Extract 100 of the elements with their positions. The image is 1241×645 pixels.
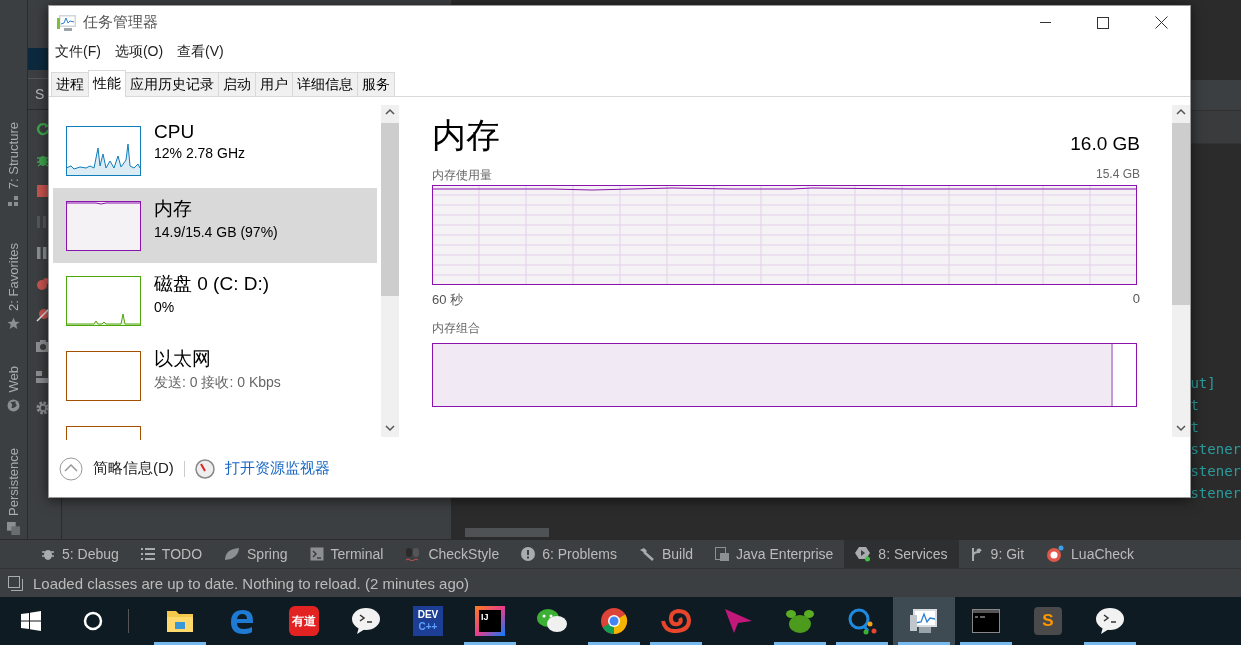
sublime-logo-icon: S	[1034, 607, 1062, 635]
tab[interactable]: 详细信息	[292, 72, 358, 96]
status-message: Loaded classes are up to date. Nothing to reload. (2 minutes ago)	[33, 574, 470, 592]
terminal-icon	[309, 547, 324, 562]
menu-item[interactable]: 查看(V)	[177, 43, 224, 61]
breakpoints-icon[interactable]	[35, 277, 50, 291]
tab[interactable]: 服务	[357, 72, 395, 96]
tool-window-button[interactable]: TODO	[129, 540, 214, 569]
code-line: stener	[1190, 462, 1241, 480]
tool-window-tab[interactable]: 7: Structure	[5, 122, 21, 208]
axis-label: 60 秒	[432, 291, 464, 309]
close-icon	[1154, 16, 1168, 29]
tool-window-button[interactable]: Build	[627, 540, 705, 569]
chat-bubble-icon	[1095, 607, 1125, 635]
detail-title: 内存	[432, 115, 500, 156]
tool-window-button[interactable]: 6: Problems	[510, 540, 628, 569]
warning-icon	[521, 547, 536, 562]
branch-icon	[969, 547, 984, 562]
tab[interactable]: 启动	[218, 72, 256, 96]
globe-icon	[6, 398, 20, 412]
leaf-icon	[224, 547, 241, 562]
code-line: stener	[1190, 484, 1241, 502]
task-manager-icon	[57, 13, 77, 32]
chart-label: 内存组合	[432, 321, 480, 335]
structure-icon	[7, 195, 20, 208]
chat-network-icon	[847, 607, 877, 635]
tool-window-button[interactable]: 5: Debug	[30, 540, 130, 569]
minimize-icon	[1039, 21, 1051, 24]
tab[interactable]: 性能	[88, 70, 126, 97]
chart-max: 15.4 GB	[1095, 167, 1140, 183]
rerun-icon[interactable]	[35, 122, 50, 136]
tool-window-button[interactable]: 9: Git	[958, 540, 1036, 569]
resource-item[interactable]: 内存 14.9/15.4 GB (97%)	[53, 188, 377, 263]
tool-window-tab[interactable]: Web	[5, 366, 21, 412]
tool-window-button[interactable]: Terminal	[298, 540, 395, 569]
windows-logo-icon	[21, 611, 41, 631]
scrollbar[interactable]	[381, 105, 399, 437]
camera-icon[interactable]	[35, 339, 50, 353]
folder-icon	[166, 608, 194, 634]
taskbar-button[interactable]	[893, 597, 955, 645]
devcpp-logo-icon: DEV C++	[413, 606, 443, 636]
tool-window-button[interactable]: LuaCheck	[1035, 540, 1146, 569]
window-title: 任务管理器	[83, 13, 158, 32]
code-line: t	[1190, 396, 1199, 414]
chrome-logo-icon	[600, 607, 628, 635]
axis-label: 0	[1132, 291, 1140, 308]
swirl-icon	[661, 609, 691, 633]
checkstyle-icon	[405, 547, 422, 562]
resource-monitor-link[interactable]: 打开资源监视器	[224, 459, 330, 478]
tool-window-button[interactable]: CheckStyle	[394, 540, 511, 569]
letter-e-logo-icon	[229, 608, 255, 634]
layout-icon[interactable]	[35, 370, 50, 384]
tool-window-button[interactable]: Spring	[213, 540, 299, 569]
scrollbar[interactable]	[1172, 105, 1190, 437]
monitor-graph-icon	[909, 607, 939, 635]
fewer-details-button[interactable]: 简略信息(D)	[59, 456, 174, 481]
search-icon	[83, 611, 103, 631]
chat-bubbles-icon	[536, 607, 568, 635]
window-icon	[8, 575, 23, 591]
star-icon	[6, 317, 20, 331]
resource-item[interactable]: CPU 12% 2.78 GHz	[53, 113, 377, 188]
tool-window-tab[interactable]: Persistence	[5, 447, 21, 535]
stop-icon[interactable]	[35, 184, 50, 198]
taskbar-button[interactable]: DEV C++	[397, 597, 459, 645]
code-line: t	[1190, 418, 1199, 436]
total-memory: 16.0 GB	[1070, 133, 1140, 156]
console-icon	[972, 609, 1000, 633]
tab[interactable]: 应用历史记录	[125, 72, 219, 96]
luacheck-icon	[1046, 545, 1065, 564]
tab[interactable]: 用户	[255, 72, 293, 96]
pause-icon[interactable]	[35, 246, 50, 260]
tool-window-button[interactable]: 8: Services	[844, 540, 959, 569]
taskbar-button[interactable]: 有道	[273, 597, 335, 645]
tool-window-button[interactable]: Java Enterprise	[704, 540, 845, 569]
chat-bubble-icon	[351, 607, 381, 635]
tool-window-tab[interactable]: 2: Favorites	[5, 243, 21, 331]
panel-title: S	[34, 86, 45, 102]
hammer-icon	[638, 547, 655, 562]
intellij-logo-icon: IJ	[475, 606, 505, 636]
resource-item[interactable]: 磁盘 0 (C: D:) 0%	[53, 263, 377, 338]
menu-item[interactable]: 选项(O)	[114, 43, 164, 61]
code-line: stener	[1190, 440, 1241, 458]
tab[interactable]: 进程	[51, 72, 89, 96]
maximize-icon	[1097, 16, 1109, 29]
chart-label: 内存使用量	[432, 167, 492, 183]
gauge-icon	[194, 458, 215, 479]
paper-plane-icon	[724, 608, 752, 634]
settings-icon[interactable]	[35, 401, 50, 415]
scrollbar-thumb[interactable]	[465, 528, 550, 538]
database-icon	[6, 521, 20, 535]
chevron-up-icon	[59, 456, 83, 481]
frog-icon	[785, 607, 815, 635]
table-icon	[715, 547, 730, 562]
code-line: ut]	[1190, 374, 1216, 392]
youdao-logo-icon: 有道	[289, 606, 319, 636]
list-icon	[140, 548, 155, 561]
taskbar-button[interactable]: IJ	[459, 597, 521, 645]
resource-item[interactable]: 以太网 发送: 0 接收: 0 Kbps	[53, 338, 377, 413]
taskbar-button[interactable]: S	[1017, 597, 1079, 645]
menu-item[interactable]: 文件(F)	[55, 43, 101, 61]
